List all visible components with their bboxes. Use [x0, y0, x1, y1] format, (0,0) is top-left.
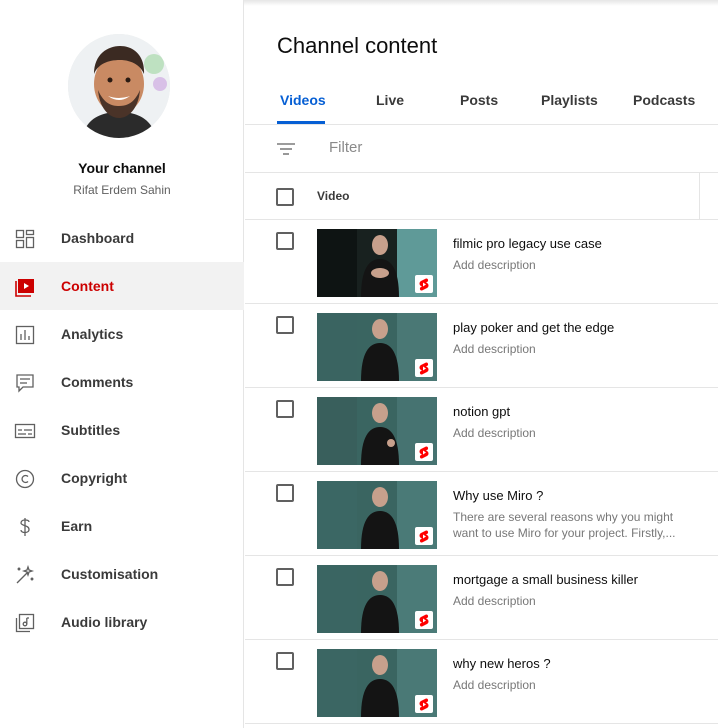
video-title[interactable]: Why use Miro ? — [453, 488, 543, 503]
copyright-icon — [14, 468, 36, 490]
dashboard-icon — [14, 228, 36, 250]
sidebar-item-label: Customisation — [61, 566, 159, 582]
table-row[interactable]: mortgage a small business killer Add des… — [245, 556, 718, 640]
tab-podcasts[interactable]: Podcasts — [633, 92, 695, 108]
shorts-icon — [415, 695, 433, 713]
sidebar-item-analytics[interactable]: Analytics — [0, 310, 244, 358]
shorts-icon — [415, 359, 433, 377]
video-thumbnail[interactable] — [317, 481, 437, 549]
row-checkbox[interactable] — [276, 316, 294, 334]
sidebar-item-comments[interactable]: Comments — [0, 358, 244, 406]
sidebar-item-label: Comments — [61, 374, 134, 390]
table-header: Video — [245, 173, 718, 220]
row-checkbox[interactable] — [276, 400, 294, 418]
active-tab-indicator — [277, 121, 325, 124]
subtitles-icon — [14, 420, 36, 442]
filter-bar: Filter — [245, 125, 718, 173]
select-all-checkbox[interactable] — [276, 188, 294, 206]
customisation-icon — [14, 564, 36, 586]
content-icon — [14, 276, 36, 298]
tab-posts[interactable]: Posts — [460, 92, 498, 108]
video-thumbnail[interactable] — [317, 229, 437, 297]
sidebar-nav: Dashboard Content Analytics Comments Sub… — [0, 214, 244, 646]
sidebar-item-dashboard[interactable]: Dashboard — [0, 214, 244, 262]
sidebar-item-customisation[interactable]: Customisation — [0, 550, 244, 598]
table-row[interactable]: Why use Miro ? There are several reasons… — [245, 472, 718, 556]
analytics-icon — [14, 324, 36, 346]
video-description: Add description — [453, 258, 536, 272]
channel-title: Your channel — [78, 160, 166, 176]
sidebar-item-earn[interactable]: Earn — [0, 502, 244, 550]
audio-library-icon — [14, 612, 36, 634]
video-title[interactable]: notion gpt — [453, 404, 510, 419]
channel-avatar[interactable] — [68, 34, 170, 138]
row-checkbox[interactable] — [276, 484, 294, 502]
tab-playlists[interactable]: Playlists — [541, 92, 598, 108]
shorts-icon — [415, 443, 433, 461]
channel-name: Rifat Erdem Sahin — [73, 183, 171, 197]
table-row[interactable]: play poker and get the edge Add descript… — [245, 304, 718, 388]
tab-videos[interactable]: Videos — [280, 92, 326, 108]
video-thumbnail[interactable] — [317, 649, 437, 717]
table-row[interactable]: why new heros ? Add description — [245, 640, 718, 724]
sidebar-item-audio-library[interactable]: Audio library — [0, 598, 244, 646]
sidebar: Your channel Rifat Erdem Sahin Dashboard… — [0, 0, 244, 728]
sidebar-item-subtitles[interactable]: Subtitles — [0, 406, 244, 454]
sidebar-item-label: Dashboard — [61, 230, 135, 246]
filter-input[interactable]: Filter — [329, 139, 362, 156]
video-title[interactable]: play poker and get the edge — [453, 320, 614, 335]
sidebar-item-label: Audio library — [61, 614, 148, 630]
earn-icon — [14, 516, 36, 538]
video-description: There are several reasons why you might … — [453, 510, 676, 540]
table-row[interactable]: filmic pro legacy use case Add descripti… — [245, 220, 718, 304]
sidebar-item-content[interactable]: Content — [0, 262, 244, 310]
video-description: Add description — [453, 426, 536, 440]
row-checkbox[interactable] — [276, 232, 294, 250]
shorts-icon — [415, 275, 433, 293]
content-tabs: Videos Live Posts Playlists Podcasts — [245, 80, 718, 125]
sidebar-item-label: Subtitles — [61, 422, 121, 438]
main-content: Channel content Videos Live Posts Playli… — [245, 0, 718, 728]
sidebar-item-copyright[interactable]: Copyright — [0, 454, 244, 502]
video-title[interactable]: filmic pro legacy use case — [453, 236, 602, 251]
video-description: Add description — [453, 594, 536, 608]
comments-icon — [14, 372, 36, 394]
shorts-icon — [415, 527, 433, 545]
sidebar-item-label: Earn — [61, 518, 93, 534]
video-list: filmic pro legacy use case Add descripti… — [245, 220, 718, 724]
sidebar-item-label: Content — [61, 278, 114, 294]
column-header-video: Video — [317, 189, 350, 203]
sidebar-item-label: Analytics — [61, 326, 124, 342]
table-row[interactable]: notion gpt Add description — [245, 388, 718, 472]
sidebar-item-label: Copyright — [61, 470, 128, 486]
video-description: Add description — [453, 678, 536, 692]
video-title[interactable]: mortgage a small business killer — [453, 572, 638, 587]
column-divider — [699, 173, 700, 220]
video-thumbnail[interactable] — [317, 565, 437, 633]
video-thumbnail[interactable] — [317, 313, 437, 381]
video-title[interactable]: why new heros ? — [453, 656, 551, 671]
video-description: Add description — [453, 342, 536, 356]
video-thumbnail[interactable] — [317, 397, 437, 465]
tab-live[interactable]: Live — [376, 92, 404, 108]
filter-icon[interactable] — [276, 139, 296, 159]
page-title: Channel content — [277, 33, 438, 58]
row-checkbox[interactable] — [276, 568, 294, 586]
row-checkbox[interactable] — [276, 652, 294, 670]
shorts-icon — [415, 611, 433, 629]
